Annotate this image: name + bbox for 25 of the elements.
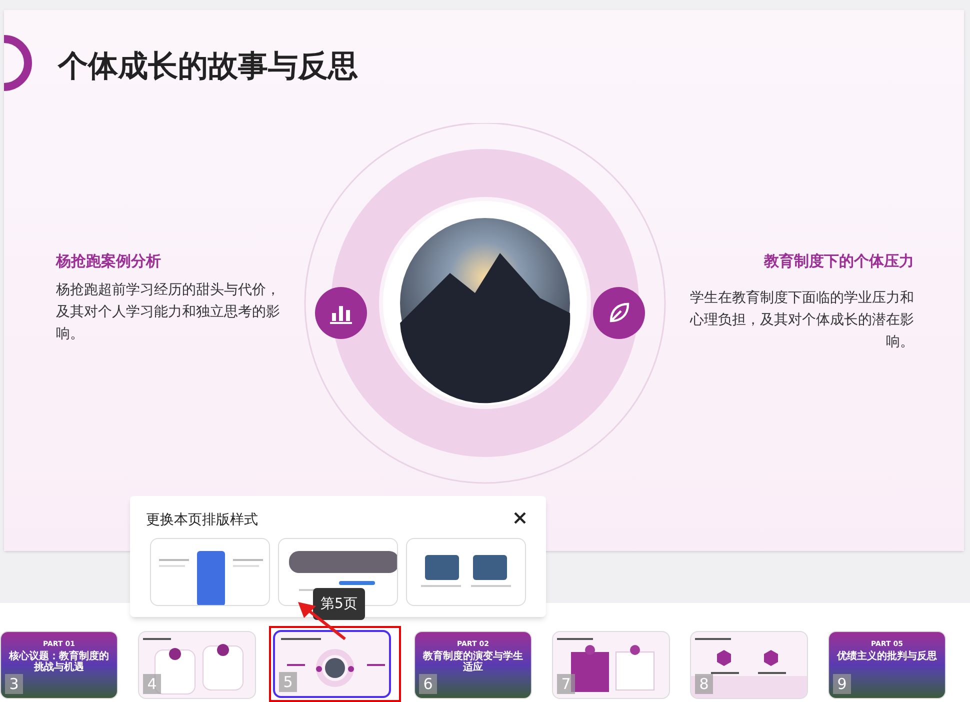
slide-number: 8 <box>695 674 713 694</box>
slide-thumbnail[interactable]: 7 <box>552 631 670 699</box>
leaf-icon <box>593 287 645 339</box>
tooltip: 第5页 <box>313 588 365 620</box>
point-heading: 教育制度下的个体压力 <box>762 251 914 272</box>
section-title: 教育制度的演变与学生适应 <box>423 651 523 673</box>
slide-title: 个体成长的故事与反思 <box>58 48 358 86</box>
slide-thumbnail[interactable]: 5 <box>273 630 391 698</box>
slide-number: 6 <box>419 674 437 694</box>
slide-number: 7 <box>557 674 575 694</box>
section-title: 核心议题：教育制度的挑战与机遇 <box>9 651 109 673</box>
point-heading: 杨抢跑案例分析 <box>56 251 162 272</box>
slide-number: 9 <box>833 674 851 694</box>
slide-thumbnail[interactable]: 8 <box>690 631 808 699</box>
section-title: 优绩主义的批判与反思 <box>837 651 937 662</box>
point-description: 学生在教育制度下面临的学业压力和心理负担，及其对个体成长的潜在影响。 <box>688 288 914 352</box>
slide-thumbnail[interactable]: 4 <box>138 631 256 699</box>
bar-chart-icon <box>315 287 367 339</box>
slide-number: 4 <box>143 674 161 694</box>
close-icon <box>512 510 528 526</box>
slide-number: 3 <box>5 674 23 694</box>
point-description: 杨抢跑超前学习经历的甜头与代价，及其对个人学习能力和独立思考的影响。 <box>56 280 281 344</box>
close-button[interactable] <box>512 510 528 526</box>
popup-title: 更换本页排版样式 <box>146 511 258 530</box>
slide-number: 5 <box>279 672 297 692</box>
